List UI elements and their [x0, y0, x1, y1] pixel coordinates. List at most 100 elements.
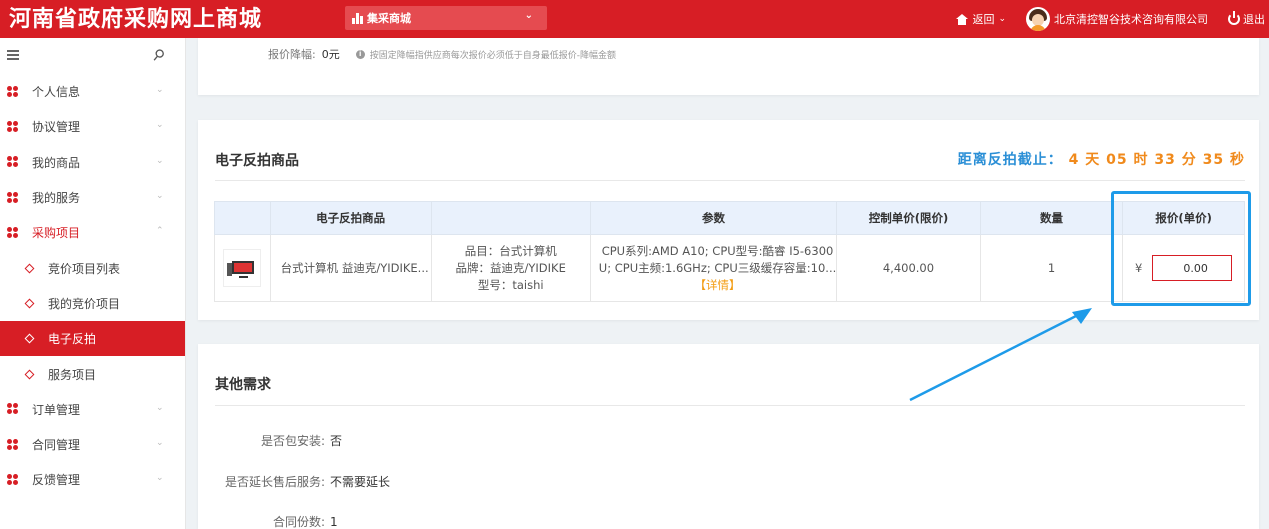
diamond-icon — [24, 333, 35, 344]
product-params: CPU系列:AMD A10; CPU型号:酷睿 I5-6300 U; CPU主频… — [589, 234, 838, 302]
chevron-down-icon: ⌄ — [156, 120, 164, 131]
divider — [215, 405, 1245, 406]
control-price: 4,400.00 — [836, 234, 981, 302]
avatar — [1026, 7, 1050, 31]
quantity: 1 — [979, 234, 1124, 302]
countdown-hours-unit: 时 — [1133, 152, 1149, 168]
diamond-icon — [24, 263, 35, 274]
column-header-params: 参数 — [589, 201, 838, 235]
sidebar: ⚲ 个人信息 ⌄ 协议管理 ⌄ 我的商品 ⌄ 我的服务 ⌄ 采购项目 ⌃ 竞价项… — [0, 38, 186, 529]
menu-flower-icon — [7, 473, 19, 486]
sidebar-item-feedback[interactable]: 反馈管理 ⌄ — [0, 462, 185, 497]
bid-price-input[interactable] — [1152, 255, 1233, 281]
sidebar-item-label: 合同管理 — [32, 438, 81, 453]
site-brand[interactable]: 河南省政府采购网上商城 — [9, 4, 262, 34]
sidebar-item-label: 反馈管理 — [32, 473, 81, 488]
logout-button[interactable]: 退出 — [1228, 11, 1265, 27]
reduction-value: 0元 — [321, 48, 340, 61]
countdown-minutes: 33 — [1154, 152, 1176, 168]
column-header-bid: 报价(单价) — [1122, 201, 1245, 235]
install-label: 是否包安装: — [260, 434, 325, 448]
chevron-down-icon: ⌄ — [998, 14, 1006, 24]
countdown-label: 距离反拍截止： — [957, 152, 1063, 168]
auction-card: 电子反拍商品 距离反拍截止： 4 天 05 时 33 分 35 秒 电子反拍商品… — [198, 120, 1259, 320]
chevron-down-icon: ⌄ — [156, 437, 164, 448]
diamond-icon — [24, 369, 35, 379]
warranty-value: 不需要延长 — [330, 475, 391, 489]
power-icon — [1228, 11, 1240, 25]
sidebar-item-contracts[interactable]: 合同管理 ⌄ — [0, 427, 185, 462]
sidebar-item-agreements[interactable]: 协议管理 ⌄ — [0, 109, 185, 144]
info-icon: i — [355, 49, 365, 59]
product-thumbnail[interactable] — [223, 249, 262, 287]
column-header-spec — [430, 201, 591, 235]
sidebar-subitem-bidding-list[interactable]: 竞价项目列表 — [0, 250, 185, 285]
back-label: 返回 — [972, 13, 995, 26]
contracts-value: 1 — [330, 515, 338, 529]
mall-select[interactable]: 集采商城 ⌄ — [345, 6, 547, 30]
product-name[interactable]: 台式计算机 益迪克/YIDIKE... — [269, 234, 432, 302]
section-title: 电子反拍商品 — [215, 153, 299, 169]
menu-flower-icon — [7, 85, 19, 98]
currency-symbol: ¥ — [1135, 261, 1143, 275]
product-model: 型号：taishi — [477, 277, 544, 292]
company-name: 北京清控智谷技术咨询有限公司 — [1054, 13, 1208, 26]
chevron-down-icon: ⌄ — [156, 402, 164, 413]
column-header-goods: 电子反拍商品 — [269, 201, 432, 235]
menu-flower-icon — [7, 403, 19, 415]
chevron-down-icon: ⌄ — [156, 155, 164, 166]
sidebar-item-products[interactable]: 我的商品 ⌄ — [0, 145, 185, 180]
diamond-icon — [24, 298, 35, 309]
section-title: 其他需求 — [215, 377, 271, 393]
sidebar-item-profile[interactable]: 个人信息 ⌄ — [0, 74, 185, 109]
install-value: 否 — [330, 434, 343, 448]
countdown-hours: 05 — [1106, 152, 1128, 168]
sidebar-item-label: 竞价项目列表 — [48, 261, 121, 276]
detail-link[interactable]: 【详情】 — [599, 277, 836, 294]
product-spec: 品目：台式计算机 品牌：益迪克/YIDIKE 型号：taishi — [430, 234, 591, 302]
mall-select-value: 集采商城 — [367, 12, 411, 25]
chevron-down-icon: ⌄ — [156, 190, 164, 201]
menu-flower-icon — [7, 226, 19, 239]
column-header-quantity: 数量 — [979, 201, 1124, 235]
reduction-tip: 按固定降幅指供应商每次报价必须低于自身最低报价-降幅金额 — [369, 50, 616, 61]
product-thumbnail-cell — [214, 234, 271, 302]
sidebar-item-label: 采购项目 — [32, 226, 81, 241]
sidebar-subitem-reverse-auction[interactable]: 电子反拍 — [0, 321, 185, 357]
top-right-nav: 返回 ⌄ 北京清控智谷技术咨询有限公司 退出 — [956, 0, 1269, 38]
sidebar-subitem-service-projects[interactable]: 服务项目 — [0, 356, 185, 391]
logout-label: 退出 — [1243, 13, 1265, 26]
contracts-row: 合同份数: 1 — [218, 513, 338, 529]
home-icon — [956, 13, 969, 25]
column-header-thumb — [214, 201, 271, 235]
menu-flower-icon — [7, 191, 19, 204]
sidebar-subitem-my-bidding[interactable]: 我的竞价项目 — [0, 286, 185, 321]
sidebar-item-label: 个人信息 — [32, 85, 81, 100]
sidebar-header: ⚲ — [0, 38, 185, 74]
reduction-row: 报价降幅: 0元 i 按固定降幅指供应商每次报价必须低于自身最低报价-降幅金额 — [268, 46, 616, 62]
menu-toggle-icon[interactable] — [7, 50, 19, 60]
sidebar-item-orders[interactable]: 订单管理 ⌄ — [0, 392, 185, 427]
countdown-days: 4 — [1068, 152, 1080, 168]
menu-flower-icon — [7, 156, 19, 168]
sidebar-item-label: 电子反拍 — [48, 332, 97, 347]
sidebar-item-label: 我的服务 — [32, 191, 81, 206]
warranty-label: 是否延长售后服务: — [224, 475, 325, 489]
sidebar-item-services[interactable]: 我的服务 ⌄ — [0, 180, 185, 215]
product-category: 品目：台式计算机 — [464, 243, 557, 258]
reduction-card: 报价降幅: 0元 i 按固定降幅指供应商每次报价必须低于自身最低报价-降幅金额 — [198, 38, 1259, 95]
sidebar-item-label: 服务项目 — [48, 367, 97, 382]
column-header-control-price: 控制单价(限价) — [836, 201, 981, 235]
sidebar-item-procurement[interactable]: 采购项目 ⌃ — [0, 215, 185, 250]
menu-flower-icon — [7, 438, 19, 451]
user-menu[interactable]: 北京清控智谷技术咨询有限公司 — [1026, 7, 1208, 31]
pin-icon[interactable]: ⚲ — [149, 45, 169, 66]
countdown-minutes-unit: 分 — [1181, 152, 1197, 168]
table-header: 电子反拍商品 参数 控制单价(限价) 数量 报价(单价) — [214, 201, 1245, 235]
sidebar-item-label: 协议管理 — [32, 120, 81, 135]
divider — [215, 180, 1245, 181]
back-button[interactable]: 返回 ⌄ — [956, 11, 1006, 27]
countdown: 距离反拍截止： 4 天 05 时 33 分 35 秒 — [958, 149, 1245, 169]
chevron-up-icon: ⌃ — [156, 226, 164, 237]
goods-table: 电子反拍商品 参数 控制单价(限价) 数量 报价(单价) 台式计算机 益迪克/Y… — [214, 201, 1245, 302]
